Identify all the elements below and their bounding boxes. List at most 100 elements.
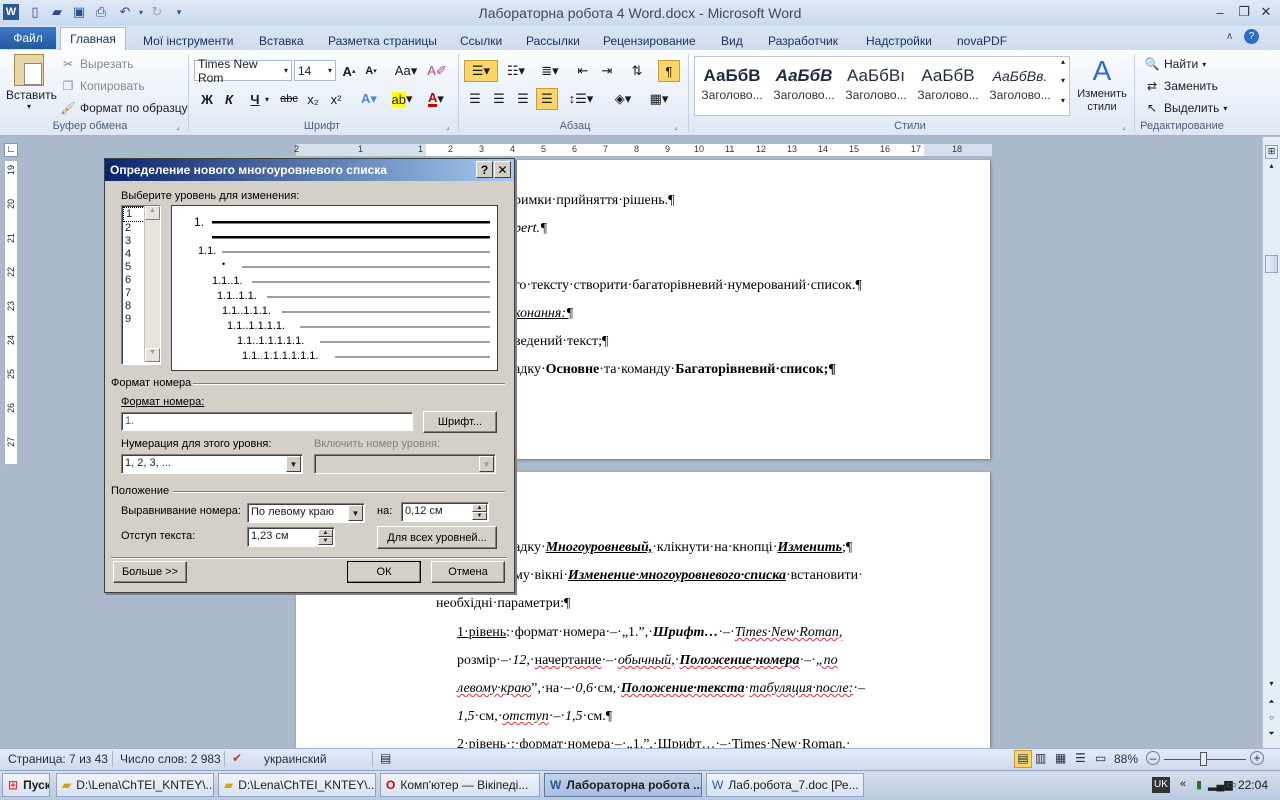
clear-formatting-icon[interactable]: A✐ bbox=[426, 60, 448, 82]
page-count[interactable]: Страница: 7 из 43 bbox=[8, 752, 108, 766]
number-format-input[interactable]: 1. bbox=[121, 412, 413, 431]
show-formatting-marks-icon[interactable]: ¶ bbox=[658, 60, 680, 82]
font-button[interactable]: Шрифт... bbox=[423, 411, 497, 433]
tab-review[interactable]: Рецензирование bbox=[603, 31, 696, 51]
align-center-icon[interactable]: ☰ bbox=[488, 88, 510, 110]
zoom-level[interactable]: 88% bbox=[1114, 752, 1138, 766]
change-case-icon[interactable]: Аа▾ bbox=[392, 60, 420, 82]
next-page-icon[interactable]: ⏷ bbox=[1265, 729, 1278, 743]
view-outline-icon[interactable]: ☰ bbox=[1075, 751, 1086, 765]
scroll-down-icon[interactable]: ▾ bbox=[1265, 679, 1278, 693]
task-word-2[interactable]: W Лаб.робота_7.doc [Ре... bbox=[706, 773, 864, 797]
help-icon[interactable]: ? bbox=[1244, 29, 1259, 44]
tab-insert[interactable]: Вставка bbox=[259, 31, 304, 51]
spin-down-icon[interactable]: ▼ bbox=[318, 537, 333, 545]
word-count[interactable]: Число слов: 2 983 bbox=[120, 752, 221, 766]
macro-record-icon[interactable]: ▤ bbox=[380, 751, 391, 765]
more-button[interactable]: Больше >> bbox=[113, 561, 187, 583]
shrink-font-icon[interactable]: A ▾ bbox=[360, 60, 382, 82]
vertical-scrollbar[interactable]: ⊞ ▴ ▾ ⏶ ○ ⏷ bbox=[1262, 137, 1280, 748]
view-web-icon[interactable]: ▦ bbox=[1055, 751, 1066, 765]
vertical-ruler[interactable]: 19 20 21 22 23 24 25 26 27 bbox=[4, 160, 18, 465]
styles-more-icon[interactable]: ▾ bbox=[1057, 96, 1069, 114]
style-heading-1[interactable]: АаБбВ Заголово... bbox=[696, 58, 768, 114]
dialog-close-button[interactable]: ✕ bbox=[494, 161, 511, 178]
copy-button[interactable]: ❐ Копировать bbox=[60, 78, 145, 94]
previous-page-icon[interactable]: ⏶ bbox=[1265, 697, 1278, 711]
view-reading-icon[interactable]: ▥ bbox=[1035, 751, 1046, 765]
tab-home[interactable]: Главная bbox=[60, 27, 126, 51]
alignment-select[interactable]: По левому краю ▼ bbox=[247, 503, 365, 523]
clipboard-dialog-launcher-icon[interactable]: ⌟ bbox=[176, 122, 180, 131]
proofing-icon[interactable]: ✔ bbox=[232, 751, 242, 765]
scroll-down-icon[interactable]: ▼ bbox=[145, 348, 160, 362]
horizontal-ruler[interactable]: 2 1 1 2 3 4 5 6 7 8 9 10 11 12 13 14 15 … bbox=[294, 143, 992, 157]
tab-developer[interactable]: Разработчик bbox=[768, 31, 838, 51]
tab-my-tools[interactable]: Мої інструменти bbox=[143, 31, 233, 51]
font-color-icon[interactable]: A ▾ bbox=[422, 88, 450, 110]
close-icon[interactable]: ✕ bbox=[1256, 3, 1276, 21]
network-icon[interactable]: ▮ bbox=[1196, 778, 1202, 791]
shading-icon[interactable]: ◈▾ bbox=[608, 88, 638, 110]
tray-expand-icon[interactable]: « bbox=[1180, 778, 1186, 790]
style-heading-3[interactable]: АаБбВı Заголово... bbox=[840, 58, 912, 114]
line-spacing-icon[interactable]: ↕☰▾ bbox=[566, 88, 596, 110]
subscript-icon[interactable]: x₂ bbox=[302, 88, 324, 110]
scroll-up-icon[interactable]: ▴ bbox=[1265, 161, 1278, 175]
view-ruler-icon[interactable]: ⊞ bbox=[1265, 145, 1278, 159]
set-for-all-levels-button[interactable]: Для всех уровней... bbox=[377, 526, 497, 549]
numbering-style-select[interactable]: 1, 2, 3, ... ▼ bbox=[121, 454, 303, 474]
ok-button[interactable]: ОК bbox=[347, 561, 421, 583]
task-opera[interactable]: O Комп'ютер — Вікіпеді... bbox=[380, 773, 540, 797]
style-heading-4[interactable]: АаБбВ Заголово... bbox=[912, 58, 984, 114]
grow-font-icon[interactable]: A ▴ bbox=[338, 60, 360, 82]
highlight-icon[interactable]: ab ▾ bbox=[388, 88, 416, 110]
language-tray[interactable]: UK bbox=[1152, 777, 1170, 793]
start-button[interactable]: ⊞ Пуск bbox=[2, 773, 50, 797]
cancel-button[interactable]: Отмена bbox=[431, 561, 505, 583]
style-heading-5[interactable]: АаБбВв. Заголово... bbox=[984, 58, 1056, 114]
spin-down-icon[interactable]: ▼ bbox=[472, 512, 487, 520]
restore-icon[interactable]: ❐ bbox=[1234, 3, 1254, 21]
tab-file[interactable]: Файл bbox=[0, 27, 56, 49]
browse-object-icon[interactable]: ○ bbox=[1265, 713, 1278, 727]
zoom-in-icon[interactable]: + bbox=[1250, 751, 1264, 765]
format-painter-button[interactable]: 🖌 Формат по образцу bbox=[60, 100, 187, 116]
spin-up-icon[interactable]: ▲ bbox=[472, 504, 487, 512]
superscript-icon[interactable]: x² bbox=[325, 88, 347, 110]
paste-button[interactable]: Вставить ▾ bbox=[6, 54, 57, 116]
zoom-out-icon[interactable]: – bbox=[1146, 751, 1160, 765]
select-button[interactable]: ↖ Выделить ▾ bbox=[1144, 100, 1227, 116]
view-print-layout-icon[interactable]: ▤ bbox=[1014, 750, 1032, 768]
tab-page-layout[interactable]: Разметка страницы bbox=[328, 31, 437, 51]
zoom-slider-thumb[interactable] bbox=[1200, 752, 1207, 766]
level-list[interactable]: 123456789 ▲ ▼ bbox=[121, 205, 161, 365]
bullets-icon[interactable]: ☰▾ bbox=[464, 60, 498, 82]
justify-icon[interactable]: ☰ bbox=[536, 88, 558, 110]
underline-dropdown-icon[interactable]: ▾ bbox=[262, 88, 272, 110]
increase-indent-icon[interactable]: ⇥ bbox=[596, 60, 618, 82]
borders-icon[interactable]: ▦▾ bbox=[644, 88, 674, 110]
change-styles-button[interactable]: A Изменить стили bbox=[1074, 54, 1130, 118]
paragraph-dialog-launcher-icon[interactable]: ⌟ bbox=[674, 122, 678, 131]
align-right-icon[interactable]: ☰ bbox=[512, 88, 534, 110]
styles-scroll-up-icon[interactable]: ▴ bbox=[1057, 57, 1069, 75]
level-list-scrollbar[interactable]: ▲ ▼ bbox=[144, 206, 160, 362]
sort-icon[interactable]: ⇅ bbox=[626, 60, 648, 82]
spin-up-icon[interactable]: ▲ bbox=[318, 529, 333, 537]
text-indent-spinner[interactable]: 1,23 см ▲ ▼ bbox=[247, 527, 335, 547]
tab-novapdf[interactable]: novaPDF bbox=[957, 31, 1007, 51]
tab-selector-icon[interactable]: ∟ bbox=[4, 143, 18, 157]
task-folder-1[interactable]: ▰ D:\Lena\ChTEI_KNTEY\... bbox=[56, 773, 214, 797]
dialog-help-button[interactable]: ? bbox=[476, 161, 493, 178]
font-name-combo[interactable]: Times New Rom ▾ bbox=[194, 57, 292, 85]
replace-button[interactable]: ⇄ Заменить bbox=[1144, 78, 1218, 94]
style-heading-2[interactable]: АаБбВ Заголово... bbox=[768, 58, 840, 114]
cut-button[interactable]: ✂ Вырезать bbox=[60, 56, 133, 72]
battery-icon[interactable]: ▭ bbox=[1226, 778, 1236, 791]
italic-icon[interactable]: К bbox=[218, 88, 240, 110]
aligned-at-spinner[interactable]: 0,12 см ▲ ▼ bbox=[401, 502, 489, 522]
find-button[interactable]: 🔍 Найти ▾ bbox=[1144, 56, 1207, 72]
task-folder-2[interactable]: ▰ D:\Lena\ChTEI_KNTEY\... bbox=[218, 773, 376, 797]
styles-dialog-launcher-icon[interactable]: ⌟ bbox=[1122, 122, 1126, 131]
